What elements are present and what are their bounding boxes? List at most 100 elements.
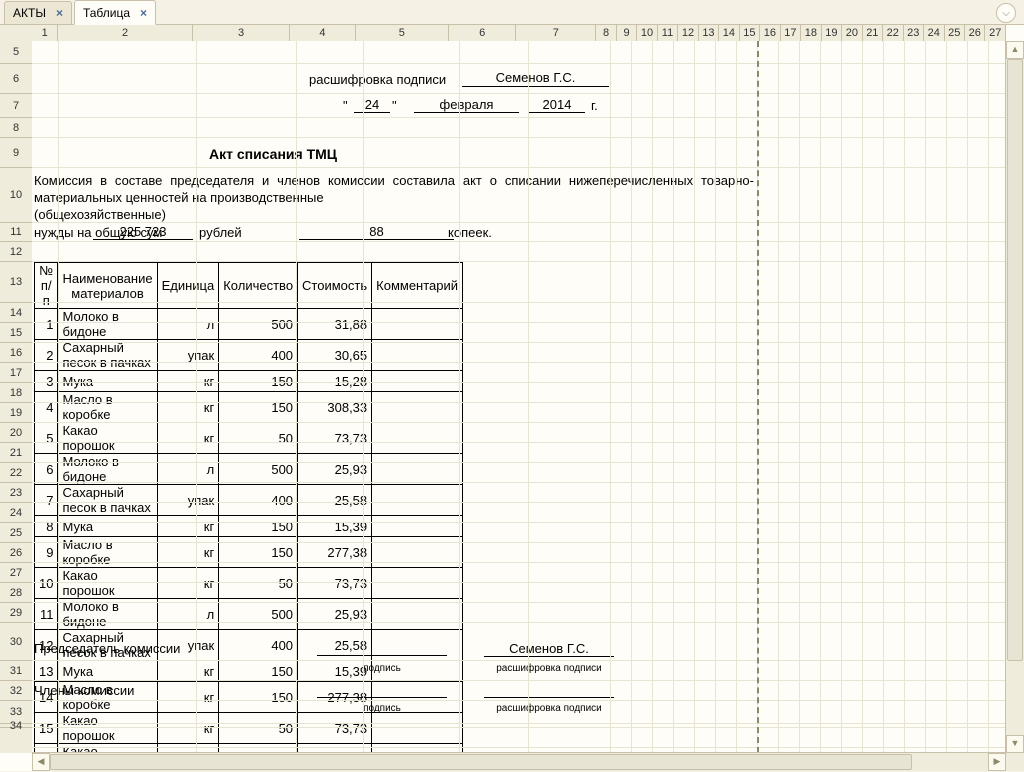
- scroll-up-button[interactable]: ▲: [1006, 41, 1024, 59]
- row-header[interactable]: 20: [0, 423, 32, 443]
- signature-small-label: подпись: [317, 703, 447, 714]
- table-row[interactable]: 5Какао порошоккг5073,73: [35, 423, 463, 454]
- rub-label: рублей: [199, 225, 242, 240]
- cell-comment: [372, 454, 463, 485]
- column-header[interactable]: 15: [740, 25, 760, 41]
- select-all-corner[interactable]: [0, 25, 33, 42]
- chairman-signature-line: [317, 641, 447, 656]
- column-header[interactable]: 22: [883, 25, 903, 41]
- scroll-thumb[interactable]: [1007, 59, 1023, 661]
- row-header[interactable]: 23: [0, 483, 32, 503]
- column-headers: 1234567891011121314151617181920212223242…: [32, 25, 1006, 42]
- column-header[interactable]: 11: [658, 25, 678, 41]
- row-header[interactable]: 34: [0, 724, 32, 728]
- grid-canvas[interactable]: расшифровка подписиСеменов Г.С." 24 "фев…: [32, 41, 1006, 753]
- column-header[interactable]: 27: [985, 25, 1005, 41]
- cell-unit: кг: [157, 713, 219, 744]
- cell-number: 5: [35, 423, 58, 454]
- row-header[interactable]: 9: [0, 138, 32, 168]
- row-header[interactable]: 13: [0, 262, 32, 303]
- row-header[interactable]: 10: [0, 168, 32, 223]
- scroll-thumb[interactable]: [50, 754, 912, 770]
- cell-number: 4: [35, 392, 58, 423]
- close-icon[interactable]: ×: [56, 6, 63, 20]
- row-header[interactable]: 22: [0, 463, 32, 483]
- row-header[interactable]: 31: [0, 661, 32, 681]
- row-header[interactable]: 19: [0, 403, 32, 423]
- cell-name: Масло в коробке: [58, 392, 157, 423]
- column-header[interactable]: 26: [965, 25, 985, 41]
- table-row[interactable]: 4Масло в коробкекг150308,33: [35, 392, 463, 423]
- signature-decode-small: расшифровка подписи: [484, 663, 614, 674]
- menu-dropdown-icon[interactable]: ⌵: [996, 3, 1016, 23]
- row-header[interactable]: 16: [0, 343, 32, 363]
- tab-table[interactable]: Таблица ×: [74, 0, 156, 25]
- row-header[interactable]: 21: [0, 443, 32, 463]
- column-header[interactable]: 3: [193, 25, 290, 41]
- member-signature-line: [317, 683, 447, 698]
- column-header[interactable]: 19: [822, 25, 842, 41]
- column-header[interactable]: 1: [32, 25, 58, 41]
- row-header[interactable]: 32: [0, 681, 32, 701]
- row-header[interactable]: 25: [0, 523, 32, 543]
- column-header[interactable]: 21: [863, 25, 883, 41]
- scroll-right-button[interactable]: ▶: [988, 753, 1006, 771]
- column-header[interactable]: 16: [760, 25, 780, 41]
- column-header[interactable]: 23: [904, 25, 924, 41]
- column-header[interactable]: 9: [617, 25, 637, 41]
- cell-qty: 500: [219, 309, 298, 340]
- table-row[interactable]: 1Молоко в бидонел50031,88: [35, 309, 463, 340]
- row-header[interactable]: 8: [0, 118, 32, 138]
- row-header[interactable]: 6: [0, 64, 32, 94]
- table-row[interactable]: 8Мукакг15015,39: [35, 516, 463, 537]
- row-header[interactable]: 15: [0, 323, 32, 343]
- row-header[interactable]: 14: [0, 303, 32, 323]
- column-header[interactable]: 4: [290, 25, 355, 41]
- row-header[interactable]: 18: [0, 383, 32, 403]
- close-icon[interactable]: ×: [140, 6, 147, 20]
- column-header[interactable]: 13: [699, 25, 719, 41]
- cell-qty: 150: [219, 516, 298, 537]
- table-row[interactable]: 7Сахарный песок в пачкахупак40025,58: [35, 485, 463, 516]
- column-header[interactable]: 6: [449, 25, 516, 41]
- table-row[interactable]: 11Молоко в бидонел50025,93: [35, 599, 463, 630]
- column-header[interactable]: 24: [924, 25, 944, 41]
- column-header[interactable]: 8: [596, 25, 616, 41]
- row-header[interactable]: 24: [0, 503, 32, 523]
- column-header[interactable]: 17: [781, 25, 801, 41]
- table-row[interactable]: 6Молоко в бидонел50025,93: [35, 454, 463, 485]
- column-header[interactable]: 25: [945, 25, 965, 41]
- column-header[interactable]: 2: [58, 25, 192, 41]
- tab-acts[interactable]: АКТЫ ×: [4, 1, 72, 24]
- column-header[interactable]: 12: [678, 25, 698, 41]
- table-row[interactable]: 15Какао порошоккг5073,73: [35, 713, 463, 744]
- horizontal-scrollbar[interactable]: ◀ ▶: [32, 752, 1006, 771]
- row-header[interactable]: 11: [0, 223, 32, 242]
- row-header[interactable]: 7: [0, 94, 32, 118]
- table-row[interactable]: 10Какао порошоккг5073,73: [35, 568, 463, 599]
- cell-name: Мука: [58, 516, 157, 537]
- vertical-scrollbar[interactable]: ▲ ▼: [1005, 41, 1024, 753]
- cell-number: 10: [35, 568, 58, 599]
- row-header[interactable]: 28: [0, 583, 32, 603]
- column-header[interactable]: 14: [719, 25, 739, 41]
- row-header[interactable]: 29: [0, 603, 32, 623]
- scroll-left-button[interactable]: ◀: [32, 753, 50, 771]
- table-row[interactable]: 2Сахарный песок в пачкахупак40030,65: [35, 340, 463, 371]
- table-row[interactable]: 3Мукакг15015,28: [35, 371, 463, 392]
- column-header[interactable]: 10: [637, 25, 657, 41]
- cell-cost: 25,93: [298, 599, 372, 630]
- row-header[interactable]: 26: [0, 543, 32, 563]
- scroll-down-button[interactable]: ▼: [1006, 735, 1024, 753]
- row-header[interactable]: 30: [0, 623, 32, 661]
- column-header[interactable]: 7: [516, 25, 596, 41]
- row-header[interactable]: 5: [0, 41, 32, 64]
- column-header[interactable]: 18: [801, 25, 821, 41]
- row-header[interactable]: 12: [0, 242, 32, 262]
- cell-unit: л: [157, 599, 219, 630]
- row-header[interactable]: 17: [0, 363, 32, 383]
- row-header[interactable]: 27: [0, 563, 32, 583]
- column-header[interactable]: 5: [356, 25, 450, 41]
- cell-unit: л: [157, 309, 219, 340]
- column-header[interactable]: 20: [842, 25, 862, 41]
